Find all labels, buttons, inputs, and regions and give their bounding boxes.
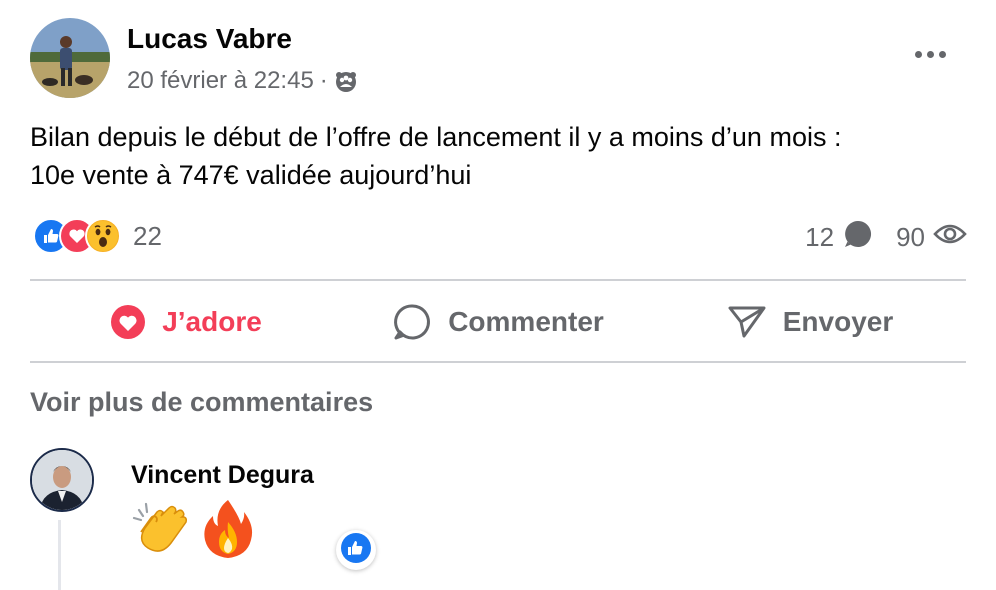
divider <box>30 361 966 363</box>
view-more-comments-link[interactable]: Voir plus de commentaires <box>30 387 373 418</box>
divider <box>30 279 966 281</box>
post-text: Bilan depuis le début de l’offre de lanc… <box>30 118 970 194</box>
post-text-line: Bilan depuis le début de l’offre de lanc… <box>30 122 842 152</box>
post-header: Lucas Vabre 20 février à 22:45 · <box>30 18 970 100</box>
more-horizontal-icon <box>938 50 946 58</box>
send-icon <box>727 302 767 342</box>
post-actions: J’adore Commenter Envoyer <box>30 283 966 361</box>
comment-icon <box>392 302 432 342</box>
author-avatar[interactable] <box>30 18 110 98</box>
send-button[interactable]: Envoyer <box>654 283 966 361</box>
comment-count: 12 <box>805 222 835 252</box>
comment-body <box>131 498 257 565</box>
post-text-line: 10e vente à 747€ validée aujourd’hui <box>30 160 472 190</box>
comment-reaction-badge[interactable] <box>336 530 376 570</box>
love-label: J’adore <box>162 306 262 337</box>
comment-button[interactable]: Commenter <box>342 283 654 361</box>
author-name[interactable]: Lucas Vabre <box>127 23 292 55</box>
send-label: Envoyer <box>782 306 894 337</box>
view-count: 90 <box>896 222 925 252</box>
views-stat: 90 <box>896 222 967 253</box>
wow-icon <box>85 218 121 254</box>
love-icon <box>110 304 146 340</box>
reaction-count: 22 <box>133 220 162 251</box>
comments-stat[interactable]: 12 <box>805 218 874 257</box>
commenter-name[interactable]: Vincent Degura <box>131 461 314 490</box>
eye-icon <box>933 222 967 253</box>
post-meta: 20 février à 22:45 · <box>127 67 358 95</box>
more-horizontal-icon <box>926 50 934 58</box>
engagement-stats: 12 90 <box>805 218 967 257</box>
reactions-summary[interactable]: 22 <box>33 218 162 254</box>
comment-thread-line <box>58 520 61 590</box>
like-icon <box>340 532 372 569</box>
post-stats: 22 12 90 <box>33 218 967 256</box>
clapping-hands-icon <box>131 498 193 565</box>
love-button[interactable]: J’adore <box>30 283 342 361</box>
more-horizontal-icon <box>914 50 922 58</box>
meta-separator: · <box>319 67 328 94</box>
more-options-button[interactable] <box>910 40 950 68</box>
post-timestamp[interactable]: 20 février à 22:45 <box>127 67 314 95</box>
fire-icon <box>199 498 257 565</box>
commenter-avatar[interactable] <box>30 448 94 512</box>
comment-label: Commenter <box>448 306 604 337</box>
comment-bubble-icon <box>842 218 874 257</box>
friends-icon[interactable] <box>334 69 358 93</box>
